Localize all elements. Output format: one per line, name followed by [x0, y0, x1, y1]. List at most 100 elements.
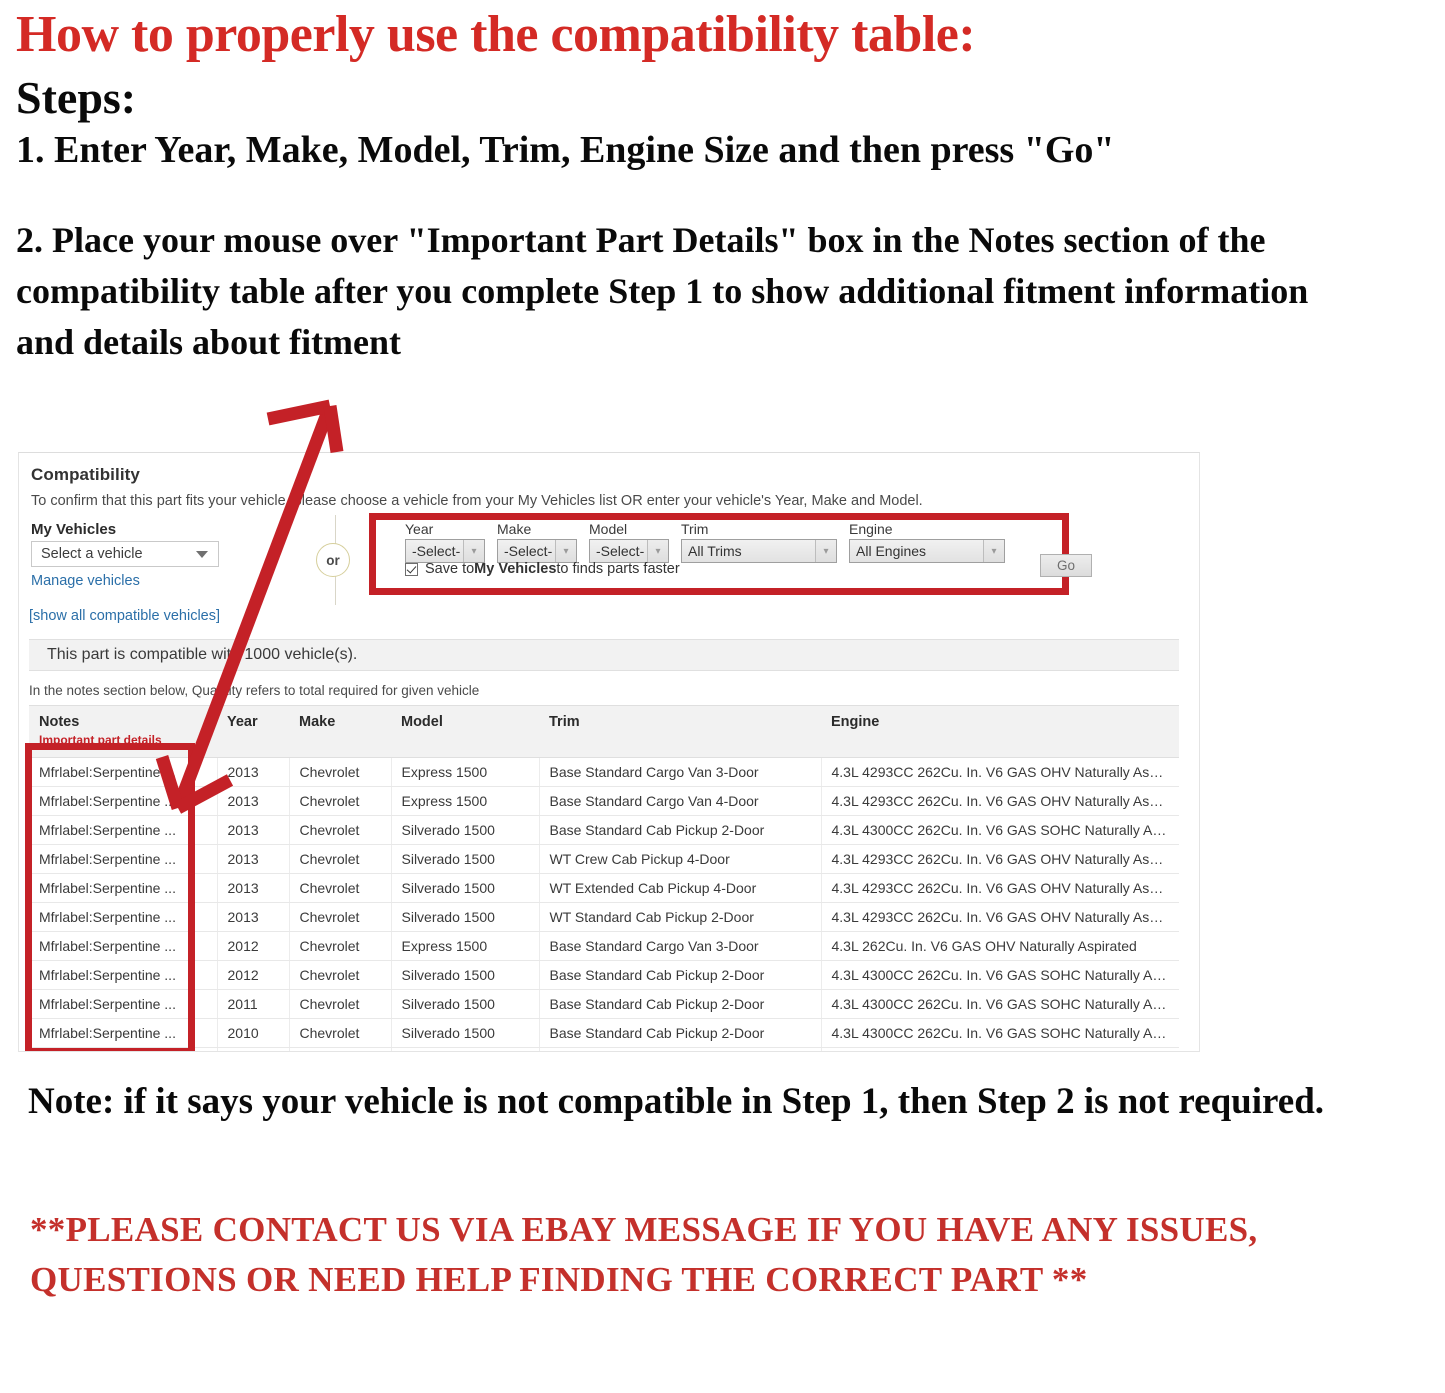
model-select[interactable]: -Select- ▾: [589, 539, 669, 563]
cell-trim: Base Standard Cab Pickup 2-Door: [539, 815, 822, 845]
cell-make: Chevrolet: [289, 815, 392, 845]
table-row[interactable]: Mfrlabel:Serpentine ... 2013 Chevrolet Silv…: [29, 873, 1179, 903]
column-header-year[interactable]: Year: [217, 705, 289, 758]
table-row[interactable]: Mfrlabel:Serpentine ... 2013 Chevrolet Silv…: [29, 844, 1179, 874]
cell-trim: Base Standard Cargo Van 3-Door: [539, 931, 822, 961]
table-row[interactable]: Mfrlabel:Serpentine ... 2013 Chevrolet Expr…: [29, 786, 1179, 816]
cell-make: Chevrolet: [289, 786, 392, 816]
year-label: Year: [405, 521, 434, 537]
cell-make: Chevrolet: [289, 757, 392, 787]
cell-year: 2011: [217, 989, 290, 1019]
chevron-down-icon: ▾: [463, 540, 484, 562]
cell-engine: 4.3L 4293CC 262Cu. In. V6 GAS OHV Natura…: [821, 786, 1179, 816]
column-header-trim[interactable]: Trim: [539, 705, 821, 758]
trim-select-value: All Trims: [688, 543, 742, 559]
chevron-down-icon: ▾: [983, 540, 1004, 562]
column-header-notes[interactable]: Notes Important part details: [29, 705, 217, 758]
cell-trim: Base Standard Cab Pickup 2-Door: [539, 960, 822, 990]
cell-make: Chevrolet: [289, 989, 392, 1019]
page-title: How to properly use the compatibility ta…: [16, 6, 976, 63]
model-field: Model -Select- ▾: [589, 521, 669, 563]
engine-select[interactable]: All Engines ▾: [849, 539, 1005, 563]
cell-trim: Base Standard Cab Pickup 2-Door: [539, 1018, 822, 1048]
cell-make: Chevrolet: [289, 931, 392, 961]
go-button[interactable]: Go: [1040, 554, 1092, 577]
my-vehicles-label: My Vehicles: [31, 521, 117, 538]
show-all-compatible-vehicles-link[interactable]: [show all compatible vehicles]: [29, 608, 220, 624]
cell-notes: Mfrlabel:Serpentine ...: [29, 931, 218, 961]
table-row[interactable]: Mfrlabel:Serpentine ... 2013 Chevrolet Silv…: [29, 902, 1179, 932]
make-label: Make: [497, 521, 532, 537]
cell-engine: 4.3L 262Cu. In. V6 GAS OHV Naturally Asp…: [821, 1047, 1179, 1051]
cell-year: 2013: [217, 815, 290, 845]
cell-model: Silverado 1500: [391, 989, 540, 1019]
save-to-my-vehicles-checkbox[interactable]: [405, 562, 418, 576]
make-select[interactable]: -Select- ▾: [497, 539, 577, 563]
cell-engine: 4.3L 4300CC 262Cu. In. V6 GAS SOHC Natur…: [821, 989, 1179, 1019]
cell-make: Chevrolet: [289, 1047, 392, 1051]
chevron-down-icon: ▾: [555, 540, 576, 562]
cell-notes: Mfrlabel:Serpentine ...: [29, 844, 218, 874]
cell-make: Chevrolet: [289, 1018, 392, 1048]
chevron-down-icon: ▾: [815, 540, 836, 562]
fitment-table: Notes Important part details Year Make M…: [29, 705, 1179, 1051]
cell-trim: Base Standard Cab Pickup 2-Door: [539, 989, 822, 1019]
table-row[interactable]: Mfrlabel:Serpentine ... 2013 Chevrolet Silv…: [29, 815, 1179, 845]
cell-notes: Mfrlabel:Serpentine ...: [29, 1047, 218, 1051]
cell-notes: Mfrlabel:Serpentine ...: [29, 960, 218, 990]
cell-trim: WT Standard Cab Pickup 2-Door: [539, 902, 822, 932]
save-bold-label: My Vehicles: [474, 561, 557, 577]
cell-engine: 4.3L 262Cu. In. V6 GAS OHV Naturally Asp…: [821, 931, 1179, 961]
table-row[interactable]: Mfrlabel:Serpentine ...2010ChevroletSilv…: [29, 1018, 1179, 1048]
instructions-block: How to properly use the compatibility ta…: [16, 6, 1416, 368]
column-header-make[interactable]: Make: [289, 705, 391, 758]
cell-model: Silverado 1500: [391, 844, 540, 874]
save-prefix-label: Save to: [425, 561, 475, 577]
table-row[interactable]: Mfrlabel:Serpentine ... 2011 Chevrolet Silv…: [29, 989, 1179, 1019]
model-label: Model: [589, 521, 628, 537]
important-part-details-label: Important part details: [39, 733, 162, 747]
compatibility-result-banner: This part is compatible with 1000 vehicl…: [29, 639, 1179, 671]
cell-model: Express 1500: [391, 757, 540, 787]
table-header-row: Notes Important part details Year Make M…: [29, 705, 1179, 758]
engine-field: Engine All Engines ▾: [849, 521, 1005, 563]
cell-model: Silverado 1500: [391, 1047, 540, 1051]
year-select[interactable]: -Select- ▾: [405, 539, 485, 563]
or-divider: or: [316, 515, 356, 605]
cell-model: Silverado 1500: [391, 902, 540, 932]
save-to-my-vehicles-row[interactable]: Save to My Vehicles to finds parts faste…: [405, 561, 680, 577]
vehicle-select[interactable]: Select a vehicle: [31, 541, 219, 567]
contact-us-text: **PLEASE CONTACT US VIA EBAY MESSAGE IF …: [30, 1210, 1258, 1299]
cell-model: Silverado 1500: [391, 815, 540, 845]
column-header-engine[interactable]: Engine: [821, 705, 1179, 758]
table-row[interactable]: Mfrlabel:Serpentine ...2010ChevroletSilv…: [29, 1047, 1179, 1051]
cell-engine: 4.3L 4293CC 262Cu. In. V6 GAS OHV Natura…: [821, 873, 1179, 903]
cell-notes: Mfrlabel:Serpentine ...: [29, 1018, 218, 1048]
step-2-text: 2. Place your mouse over "Important Part…: [16, 219, 1309, 363]
cell-year: 2010: [217, 1047, 290, 1051]
cell-year: 2013: [217, 757, 290, 787]
cell-notes: Mfrlabel:Serpentine ...: [29, 786, 218, 816]
cell-engine: 4.3L 4293CC 262Cu. In. V6 GAS OHV Natura…: [821, 844, 1179, 874]
cell-model: Silverado 1500: [391, 1018, 540, 1048]
make-field: Make -Select- ▾: [497, 521, 577, 563]
table-row[interactable]: Mfrlabel:Serpentine ... 2012 Chevrolet Expr…: [29, 931, 1179, 961]
table-row[interactable]: Mfrlabel:Serpentine ... 2013 Chevrolet Expr…: [29, 757, 1179, 787]
cell-year: 2013: [217, 902, 290, 932]
or-divider-label: or: [316, 543, 350, 577]
vehicle-select-value: Select a vehicle: [41, 546, 143, 562]
cell-notes: Mfrlabel:Serpentine ...: [29, 873, 218, 903]
cell-year: 2013: [217, 786, 290, 816]
bottom-note-text: Note: if it says your vehicle is not com…: [28, 1081, 1325, 1122]
trim-select[interactable]: All Trims ▾: [681, 539, 837, 563]
cell-engine: 4.3L 4293CC 262Cu. In. V6 GAS OHV Natura…: [821, 902, 1179, 932]
year-select-value: -Select-: [412, 543, 461, 559]
cell-engine: 4.3L 4293CC 262Cu. In. V6 GAS OHV Natura…: [821, 757, 1179, 787]
chevron-down-icon: ▾: [647, 540, 668, 562]
table-row[interactable]: Mfrlabel:Serpentine ... 2012 Chevrolet Silv…: [29, 960, 1179, 990]
cell-model: Express 1500: [391, 931, 540, 961]
column-header-model[interactable]: Model: [391, 705, 539, 758]
trim-label: Trim: [681, 521, 709, 537]
cell-model: Silverado 1500: [391, 873, 540, 903]
manage-vehicles-link[interactable]: Manage vehicles: [31, 573, 140, 589]
